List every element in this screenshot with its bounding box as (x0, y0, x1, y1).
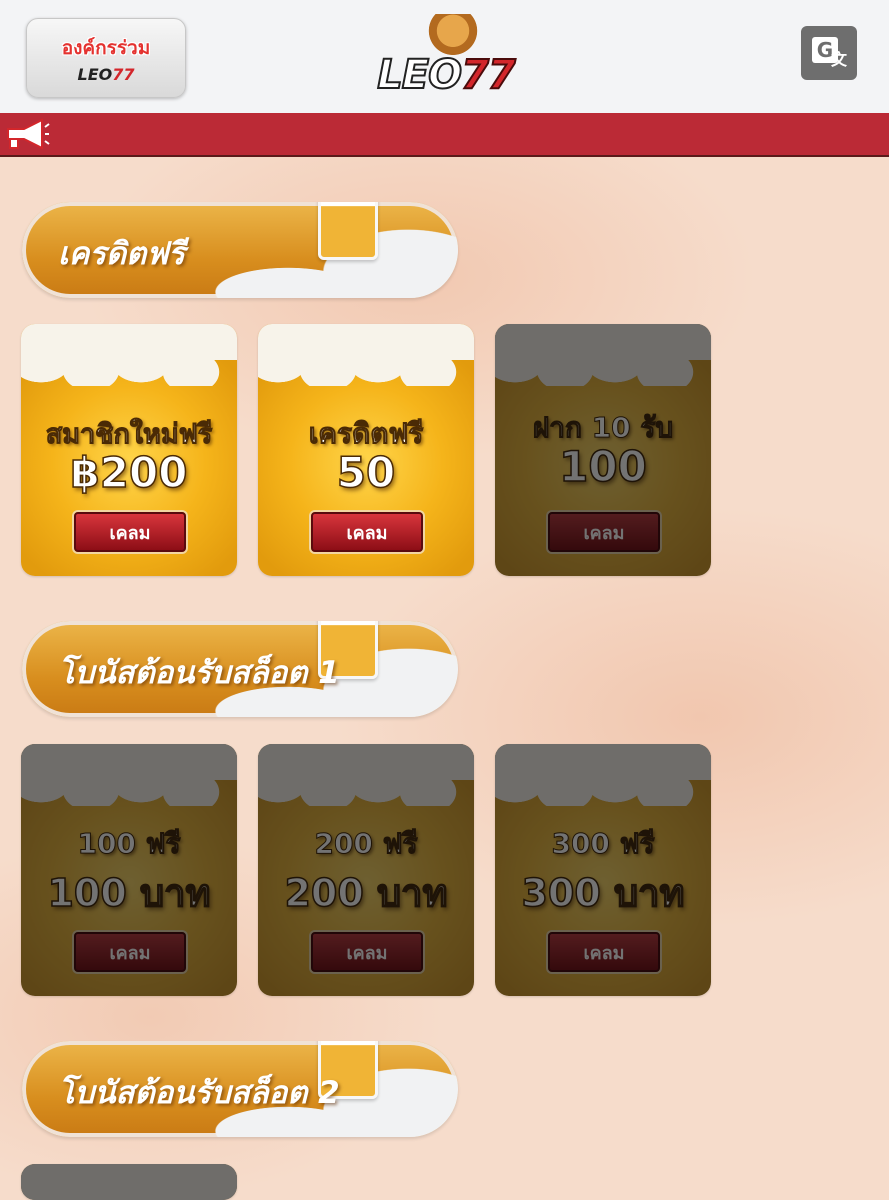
beer-mug-icon (318, 202, 378, 260)
top-header: องค์กรร่วม LEO77 LEO77 G 文 (0, 0, 889, 113)
promo-card-disabled: 200 ฟรี 200 บาท เคลม (258, 744, 474, 996)
partner-button[interactable]: องค์กรร่วม LEO77 (26, 18, 186, 98)
site-logo-text: LEO77 (376, 51, 516, 99)
claim-button[interactable]: เคลม (74, 932, 186, 972)
section-title: เครดิตฟรี (58, 236, 185, 272)
section-title: โบนัสต้อนรับสล็อต 2 (58, 1075, 340, 1111)
partner-title: องค์กรร่วม (61, 36, 151, 59)
promo-card-disabled: 100 ฟรี 100 บาท เคลม (21, 744, 237, 996)
google-translate-icon[interactable]: G 文 (801, 26, 857, 80)
promo-card-amount: 200 บาท (284, 870, 449, 916)
promo-card-disabled: ฝาก 10 รับ 100 เคลม (495, 324, 711, 576)
promo-card-amount: 100 บาท (47, 870, 212, 916)
megaphone-icon (7, 118, 50, 150)
section-banner-slot-bonus-1: โบนัสต้อนรับสล็อต 1 (22, 621, 458, 717)
claim-button[interactable]: เคลม (548, 512, 660, 552)
promo-card-title: 300 ฟรี (551, 827, 655, 861)
leopard-mascot-icon (422, 14, 484, 56)
site-logo[interactable]: LEO77 (370, 14, 522, 99)
section-banner-slot-bonus-2: โบนัสต้อนรับสล็อต 2 (22, 1041, 458, 1137)
claim-button[interactable]: เคลม (74, 512, 186, 552)
promo-card-amount: 50 (336, 447, 396, 498)
promo-card-disabled: 300 ฟรี 300 บาท เคลม (495, 744, 711, 996)
announcement-bar (0, 113, 889, 157)
promo-card: เครดิตฟรี 50 เคลม (258, 324, 474, 576)
claim-button[interactable]: เคลม (548, 932, 660, 972)
section-banner-free-credit: เครดิตฟรี (22, 202, 458, 298)
promo-card-title: 200 ฟรี (314, 827, 418, 861)
section-title: โบนัสต้อนรับสล็อต 1 (58, 655, 340, 691)
promo-card-title: 100 ฟรี (77, 827, 181, 861)
promo-card-amount: 300 บาท (521, 870, 686, 916)
claim-button[interactable]: เคลม (311, 512, 423, 552)
promo-card-partial (21, 1164, 237, 1200)
promo-card-amount: 100 (558, 441, 647, 492)
promo-card-amount: ฿200 (70, 447, 188, 498)
partner-logo: LEO77 (77, 64, 135, 84)
claim-button[interactable]: เคลม (311, 932, 423, 972)
promo-card: สมาชิกใหม่ฟรี ฿200 เคลม (21, 324, 237, 576)
